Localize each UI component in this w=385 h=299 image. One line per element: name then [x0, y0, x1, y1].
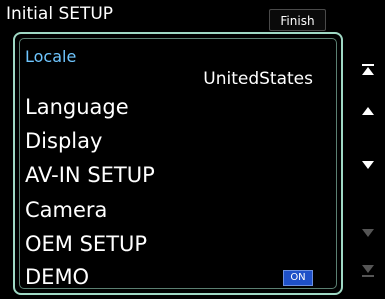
- scroll-up-icon[interactable]: [358, 104, 378, 120]
- menu-item-display[interactable]: Display: [25, 128, 102, 154]
- scroll-down-icon[interactable]: [358, 157, 378, 173]
- settings-panel: Locale UnitedStates Language Display AV-…: [13, 32, 343, 295]
- menu-item-camera[interactable]: Camera: [25, 197, 107, 223]
- finish-button[interactable]: Finish: [269, 9, 326, 31]
- menu-item-demo[interactable]: DEMO: [25, 264, 89, 290]
- menu-item-language[interactable]: Language: [25, 94, 129, 120]
- locale-label[interactable]: Locale: [25, 47, 76, 66]
- page-title: Initial SETUP: [6, 4, 114, 24]
- menu-item-av-in-setup[interactable]: AV-IN SETUP: [25, 162, 155, 188]
- scroll-to-bottom-icon[interactable]: [358, 263, 378, 279]
- locale-value: UnitedStates: [203, 69, 313, 89]
- demo-toggle[interactable]: ON: [283, 270, 313, 286]
- menu-item-oem-setup[interactable]: OEM SETUP: [25, 231, 147, 257]
- page-down-icon[interactable]: [358, 225, 378, 241]
- scroll-to-top-icon[interactable]: [358, 63, 378, 79]
